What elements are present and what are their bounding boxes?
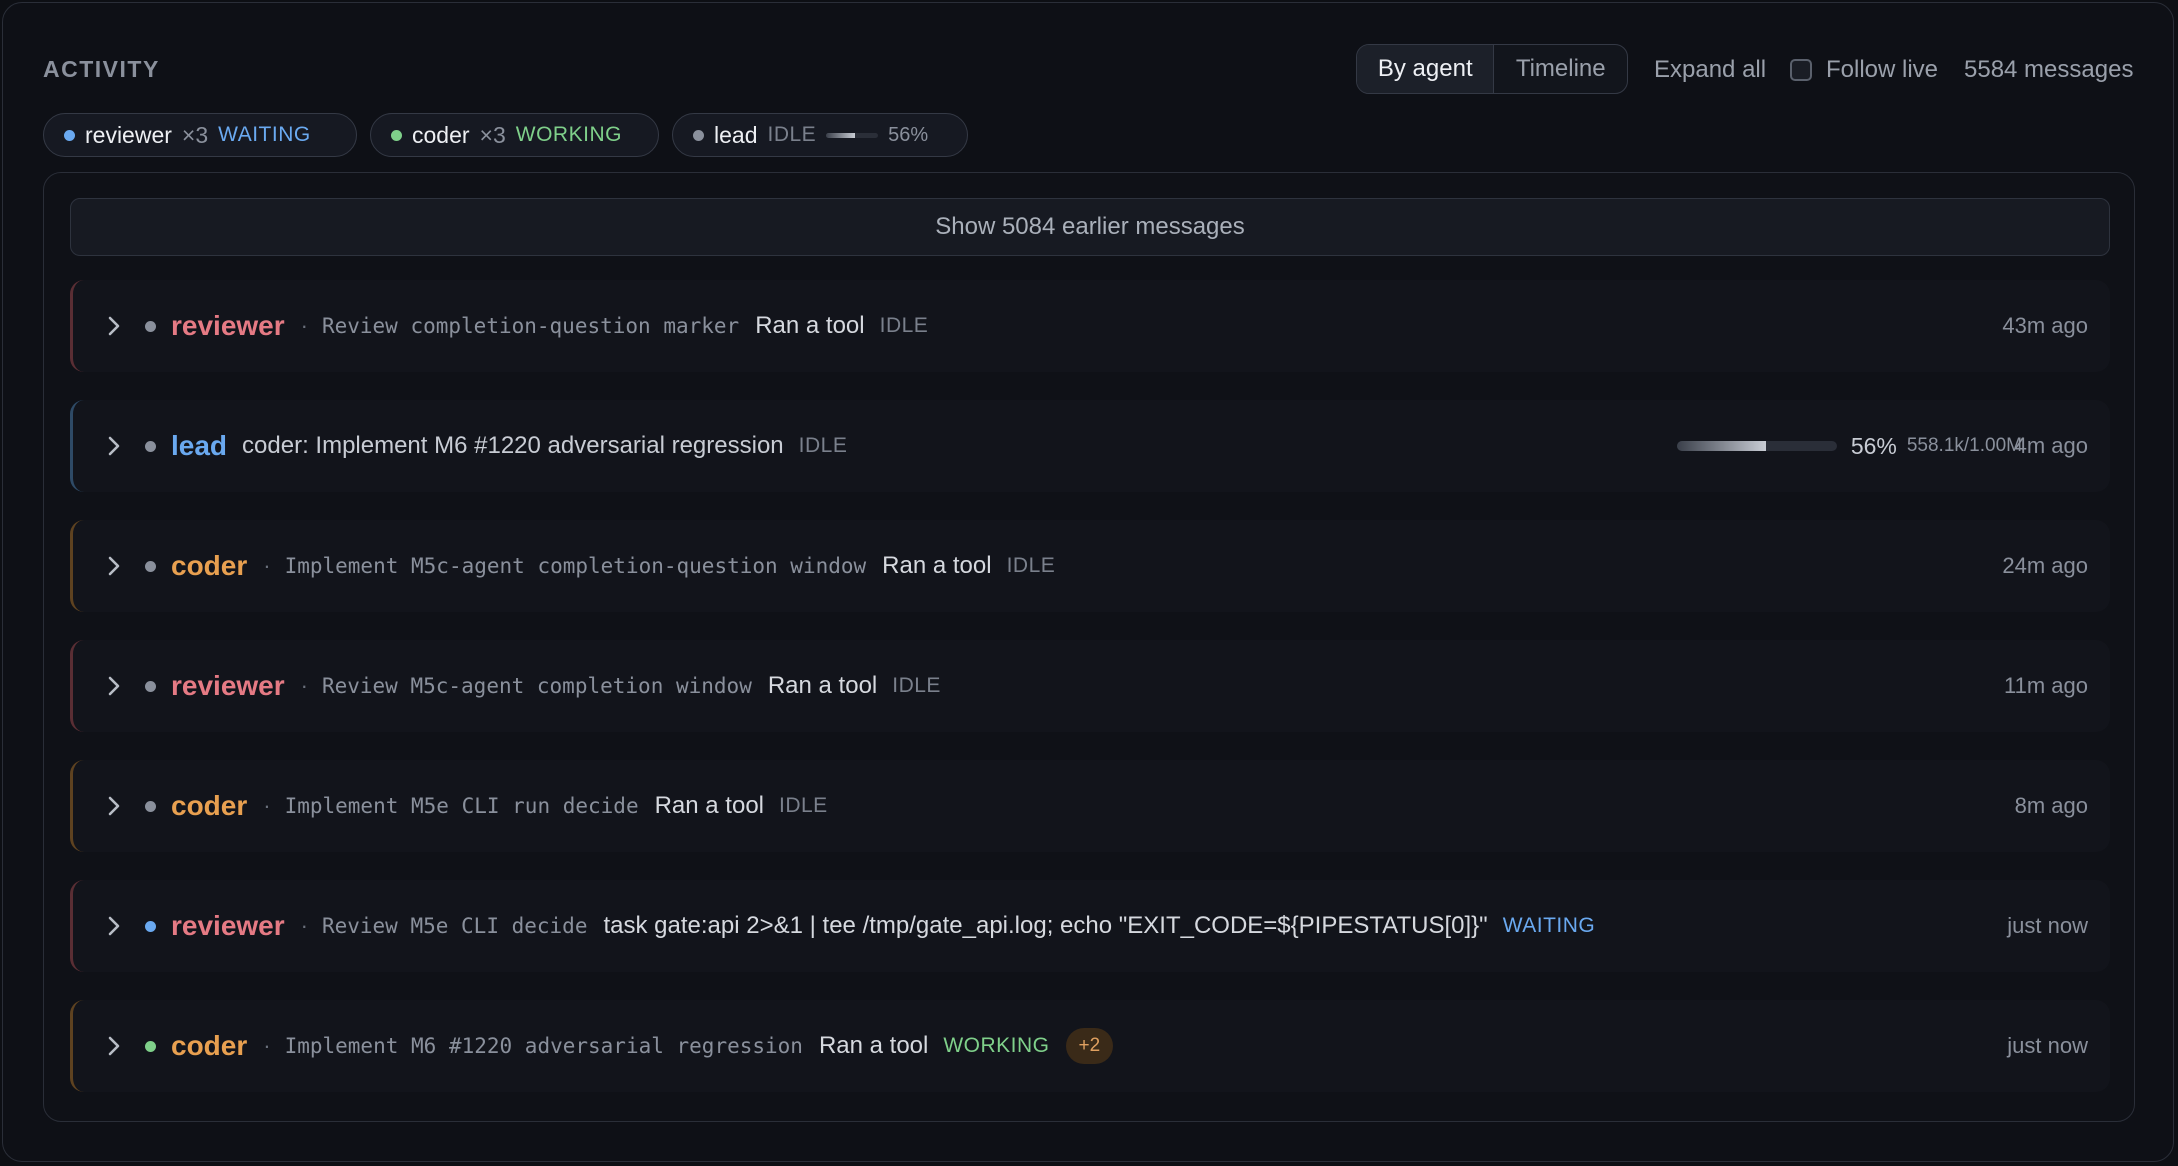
follow-live-toggle[interactable]: Follow live	[1790, 56, 1938, 84]
activity-row[interactable]: lead coder: Implement M6 #1220 adversaria…	[70, 400, 2110, 492]
chip-name: coder	[412, 121, 470, 148]
last-action: Ran a tool	[767, 672, 878, 699]
chip-name: reviewer	[85, 121, 172, 148]
status-label: IDLE	[1006, 554, 1056, 577]
status-dot-icon	[145, 440, 156, 452]
status-label: WORKING	[943, 1034, 1050, 1057]
section-title: ACTIVITY	[43, 56, 160, 82]
task-description: coder: Implement M6 #1220 adversarial re…	[242, 432, 784, 459]
message-count: 5584 messages	[1964, 56, 2134, 83]
task-description: Review M5c-agent completion window	[321, 674, 752, 698]
view-timeline-button[interactable]: Timeline	[1494, 45, 1627, 93]
timestamp: 4m ago	[2014, 433, 2088, 458]
activity-row[interactable]: coder · Implement M6 #1220 adversarial reg…	[70, 1000, 2110, 1092]
chip-status: WAITING	[218, 123, 311, 146]
status-dot-icon	[145, 1040, 156, 1052]
chevron-right-icon[interactable]	[103, 315, 125, 337]
follow-live-label: Follow live	[1826, 56, 1939, 83]
status-label: WAITING	[1502, 914, 1596, 937]
context-usage-percent: 56%	[888, 123, 929, 146]
chevron-right-icon[interactable]	[103, 435, 125, 457]
status-dot-icon	[145, 560, 156, 572]
agent-name: coder	[171, 790, 248, 821]
extra-count-badge[interactable]: +2	[1065, 1028, 1114, 1064]
last-action: Ran a tool	[818, 1032, 929, 1059]
separator: ·	[300, 673, 308, 698]
chip-name: lead	[714, 121, 758, 148]
activity-row[interactable]: reviewer · Review M5c-agent completion win…	[70, 640, 2110, 732]
agent-name: coder	[171, 1030, 248, 1061]
status-label: IDLE	[879, 314, 929, 337]
chip-count: ×3	[181, 121, 209, 148]
context-usage-bar	[1676, 441, 1837, 451]
chevron-right-icon[interactable]	[103, 555, 125, 577]
view-by-agent-button[interactable]: By agent	[1357, 45, 1495, 93]
chip-status: IDLE	[767, 123, 817, 146]
timestamp: 11m ago	[2004, 673, 2088, 698]
chip-count: ×3	[479, 121, 506, 148]
chevron-right-icon[interactable]	[103, 795, 125, 817]
chevron-right-icon[interactable]	[103, 1035, 125, 1057]
last-action: Ran a tool	[654, 792, 764, 819]
activity-row[interactable]: coder · Implement M5e CLI run decide Ran a …	[70, 760, 2110, 852]
context-usage: 56% 558.1k/1.00M	[1676, 432, 2022, 460]
context-usage-percent: 56%	[1850, 432, 1897, 459]
activity-panel: Show 5084 earlier messages reviewer · Revi…	[43, 172, 2135, 1122]
separator: ·	[300, 313, 308, 338]
task-description: Implement M5e CLI run decide	[284, 794, 639, 818]
status-label: IDLE	[798, 434, 848, 457]
chip-lead[interactable]: lead IDLE 56%	[672, 113, 968, 157]
status-dot-icon	[145, 320, 156, 332]
separator: ·	[300, 913, 308, 938]
chevron-right-icon[interactable]	[103, 675, 125, 697]
timestamp: 43m ago	[2002, 313, 2088, 338]
activity-row[interactable]: reviewer · Review completion-question mark…	[70, 280, 2110, 372]
view-mode-toggle: By agent Timeline	[1356, 44, 1628, 94]
expand-all-button[interactable]: Expand all	[1654, 56, 1766, 84]
status-label: IDLE	[779, 794, 828, 817]
status-dot-icon	[145, 920, 156, 932]
last-action: Ran a tool	[755, 312, 865, 339]
task-description: Review M5e CLI decide	[321, 914, 588, 938]
activity-row[interactable]: reviewer · Review M5e CLI decide task gate:…	[70, 880, 2110, 972]
context-usage-fill	[1676, 441, 1767, 451]
separator: ·	[263, 1033, 271, 1058]
follow-live-checkbox[interactable]	[1790, 59, 1812, 81]
activity-row[interactable]: coder · Implement M5c-agent completion-que…	[70, 520, 2110, 612]
chip-reviewer[interactable]: reviewer ×3 WAITING	[43, 113, 357, 157]
agent-name: coder	[171, 550, 248, 581]
task-description: Implement M5c-agent completion-question …	[284, 554, 867, 578]
agent-name: reviewer	[171, 310, 285, 341]
separator: ·	[263, 793, 271, 818]
task-description: Review completion-question marker	[321, 314, 740, 338]
context-usage-fill	[826, 132, 856, 138]
status-dot-icon	[391, 129, 402, 141]
chevron-right-icon[interactable]	[103, 915, 125, 937]
status-label: IDLE	[892, 674, 941, 697]
agent-name: reviewer	[171, 670, 285, 701]
chip-status: WORKING	[515, 123, 622, 146]
timestamp: just now	[2007, 913, 2088, 938]
status-dot-icon	[145, 680, 156, 692]
separator: ·	[263, 553, 271, 578]
agent-name: reviewer	[171, 910, 285, 941]
context-usage-bar	[826, 132, 879, 138]
task-description: Implement M6 #1220 adversarial regressio…	[284, 1034, 803, 1058]
timestamp: just now	[2007, 1033, 2088, 1058]
context-usage-tokens: 558.1k/1.00M	[1906, 435, 2022, 456]
last-action: Ran a tool	[882, 552, 992, 579]
last-action: task gate:api 2>&1 | tee /tmp/gate_api.l…	[603, 912, 1488, 939]
status-dot-icon	[64, 129, 75, 141]
status-dot-icon	[693, 129, 704, 141]
status-dot-icon	[145, 800, 156, 812]
timestamp: 24m ago	[2002, 553, 2088, 578]
agent-name: lead	[171, 430, 228, 461]
timestamp: 8m ago	[2014, 793, 2088, 818]
show-earlier-button[interactable]: Show 5084 earlier messages	[70, 198, 2110, 256]
chip-coder[interactable]: coder ×3 WORKING	[370, 113, 659, 157]
